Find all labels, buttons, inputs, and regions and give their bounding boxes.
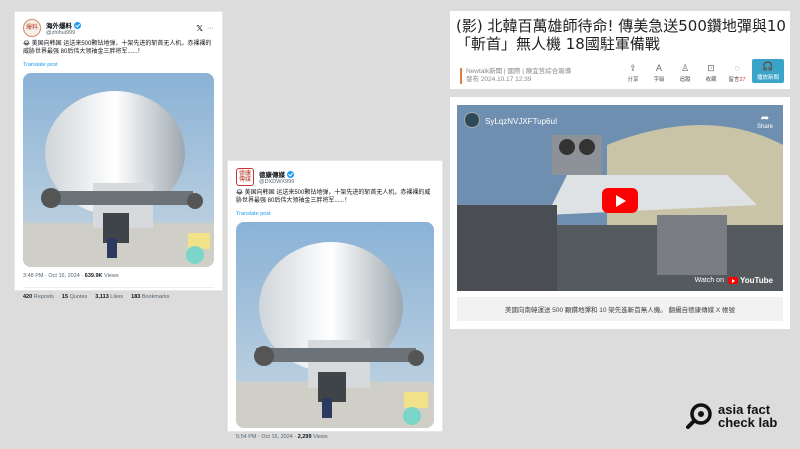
reposts-label[interactable]: Reposts: [34, 294, 54, 300]
share-icon: ⇪: [629, 63, 637, 73]
logo-line-2: check lab: [718, 415, 778, 430]
bookmark-icon: ⊡: [707, 63, 715, 73]
comment-label: 留言: [728, 77, 740, 83]
share-label: 分享: [627, 77, 639, 83]
like-count: 3,113: [95, 294, 109, 300]
verified-badge-icon: [287, 170, 294, 178]
tweet-card-1: 爆料 海外爆料 @zhihui999 𝕏 ··· 😂 美国向韩国 运送来500颗钻…: [14, 11, 223, 300]
tweet-timestamp[interactable]: 3:48 PM · Oct 16, 2024 ·: [23, 273, 83, 279]
listen-label: 播放新聞: [756, 75, 779, 81]
asia-fact-check-lab-logo: asia fact check lab: [686, 403, 777, 429]
follow-button[interactable]: ♙ 追蹤: [674, 63, 696, 83]
youtube-label: YouTube: [739, 276, 773, 285]
video-caption: 美國向南韓運送 500 顆鑽地彈和 10 架先進斬首無人機。 翻攝自德康傳媒 X…: [457, 297, 783, 321]
bookmarks-label[interactable]: Bookmarks: [142, 294, 170, 300]
comment-count: 27: [739, 77, 746, 83]
follow-icon: ♙: [680, 63, 690, 73]
tweet-video[interactable]: [23, 73, 214, 267]
youtube-logo-icon: YouTube: [727, 276, 773, 285]
avatar[interactable]: 爆料: [23, 19, 41, 37]
tweet-text: 😂 美国向韩国 运送来500颗钻地弹，十架先进的斩首无人机，赤裸裸的威胁世界最强…: [23, 41, 212, 55]
font-size-label: 字級: [653, 77, 665, 83]
watch-on-label: Watch on: [694, 277, 724, 284]
likes-label[interactable]: Likes: [110, 294, 123, 300]
play-button-icon[interactable]: [602, 188, 638, 213]
tweet-card-2: 德康 傳媒 德康傳媒 @DXDWX999 😂 美国向韩国 运送来500颗钻地弹，十…: [227, 160, 443, 440]
repost-count: 420: [23, 294, 33, 300]
follow-label: 追蹤: [679, 77, 691, 83]
views-label: Views: [104, 273, 119, 279]
handle[interactable]: @DXDWX999: [259, 179, 294, 185]
share-label: Share: [756, 124, 773, 130]
source-line[interactable]: Newtalk新聞 | 國際 | 陳宜哲綜合報導: [466, 68, 571, 76]
view-count: 2,299: [297, 434, 312, 440]
article-title: (影) 北韓百萬雄師待命! 傳美急送500鑽地彈與10「斬首」無人機 18國駐軍…: [456, 17, 786, 53]
views-label: Views: [313, 434, 328, 440]
share-button[interactable]: ⇪ 分享: [622, 63, 644, 83]
comment-button[interactable]: ◌ 留言27: [726, 63, 748, 83]
video-title[interactable]: SyLqzNVJXFTup6uI: [485, 117, 557, 126]
channel-avatar[interactable]: [464, 112, 480, 128]
bookmark-label: 收藏: [705, 77, 717, 83]
bookmark-count: 183: [131, 294, 141, 300]
tweet-video[interactable]: [236, 222, 434, 428]
display-name[interactable]: 德康傳媒: [259, 169, 285, 179]
article-toolbar: ⇪ 分享 A 字級 ♙ 追蹤 ⊡ 收藏 ◌ 留言27 🎧 播放新聞: [622, 59, 784, 83]
share-button[interactable]: ➦ Share: [757, 113, 773, 130]
translate-link[interactable]: Translate post: [23, 61, 214, 69]
listen-news-button[interactable]: 🎧 播放新聞: [752, 59, 784, 83]
tweet-stats: 420 Reposts 15 Quotes 3,113 Likes 183 Bo…: [23, 287, 214, 300]
view-count: 639.9K: [84, 273, 103, 279]
headphones-icon: 🎧: [762, 61, 774, 71]
avatar[interactable]: 德康 傳媒: [236, 168, 254, 186]
handle[interactable]: @zhihui999: [46, 30, 81, 36]
translate-link[interactable]: Translate post: [236, 210, 434, 218]
video-embed-panel: SyLqzNVJXFTup6uI ➦ Share Watch on YouTube …: [450, 97, 790, 329]
article-source: Newtalk新聞 | 國際 | 陳宜哲綜合報導 發布 2024.10.17 1…: [460, 68, 571, 84]
publish-date: 發布 2024.10.17 12:39: [466, 76, 532, 83]
font-size-button[interactable]: A 字級: [648, 63, 670, 83]
quotes-label[interactable]: Quotes: [70, 294, 88, 300]
verified-badge-icon: [74, 21, 81, 29]
tweet-text: 😂 美国向韩国 运送来500颗钻地弹，十架先进的斩首无人机，赤裸裸的威胁世界最强…: [236, 190, 431, 204]
youtube-player[interactable]: SyLqzNVJXFTup6uI ➦ Share Watch on YouTube: [457, 105, 783, 291]
watch-on-youtube-link[interactable]: Watch on YouTube: [695, 276, 773, 285]
bookmark-button[interactable]: ⊡ 收藏: [700, 63, 722, 83]
news-article-header: (影) 北韓百萬雄師待命! 傳美急送500鑽地彈與10「斬首」無人機 18國駐軍…: [450, 11, 790, 89]
magnifier-logo-icon: [686, 403, 712, 429]
comment-icon: ◌: [734, 63, 740, 73]
more-options-icon[interactable]: ···: [207, 25, 214, 32]
display-name[interactable]: 海外爆料: [46, 20, 72, 30]
font-size-icon: A: [655, 63, 662, 73]
share-arrow-icon: ➦: [760, 113, 770, 124]
tweet-timestamp[interactable]: 5:54 PM · Oct 16, 2024 ·: [236, 434, 296, 440]
quote-count: 15: [61, 294, 69, 300]
x-logo-icon: 𝕏: [196, 23, 203, 33]
